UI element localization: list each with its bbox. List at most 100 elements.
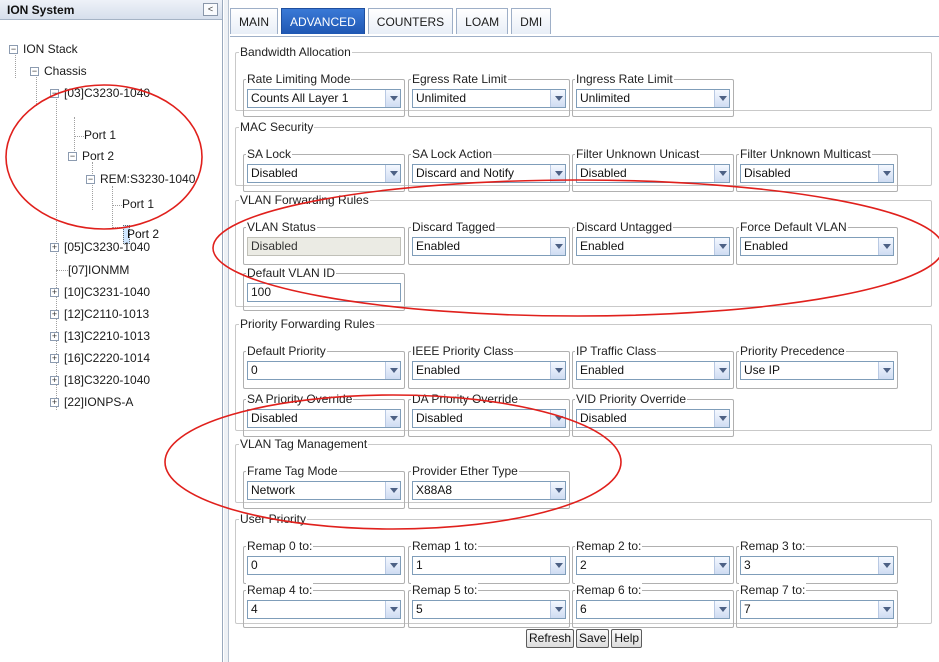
expand-node-icon[interactable]: + bbox=[50, 242, 59, 252]
tree-node-label[interactable]: Chassis bbox=[42, 64, 89, 78]
filter-unknown-unicast-select[interactable]: Disabled bbox=[576, 164, 730, 183]
tree-node-label[interactable]: [13]C2210-1013 bbox=[62, 329, 152, 343]
tree-node-22[interactable]: + [22]IONPS-A bbox=[50, 392, 135, 412]
filter-unknown-multicast-select[interactable]: Disabled bbox=[740, 164, 894, 183]
tree-node-16[interactable]: + [16]C2220-1014 bbox=[50, 348, 152, 368]
help-button[interactable]: Help bbox=[611, 629, 643, 648]
discard-untagged-select[interactable]: Enabled bbox=[576, 237, 730, 256]
tree-node-18[interactable]: + [18]C3220-1040 bbox=[50, 370, 152, 390]
tree-node-label[interactable]: REM:S3230-1040 bbox=[98, 172, 197, 186]
tree-node-label[interactable]: [05]C3230-1040 bbox=[62, 240, 152, 254]
tab-counters[interactable]: COUNTERS bbox=[367, 8, 454, 34]
dropdown-arrow-icon[interactable] bbox=[385, 601, 400, 618]
default-vlan-id-input[interactable]: 100 bbox=[247, 283, 401, 302]
dropdown-arrow-icon[interactable] bbox=[550, 482, 565, 499]
tree-node-label[interactable]: Port 2 bbox=[80, 149, 116, 163]
tree-node-label[interactable]: Port 1 bbox=[120, 197, 156, 211]
tab-dmi[interactable]: DMI bbox=[511, 8, 552, 34]
remap-7-select[interactable]: 7 bbox=[740, 600, 894, 619]
tree-node-label[interactable]: Port 1 bbox=[82, 128, 118, 142]
dropdown-arrow-icon[interactable] bbox=[550, 410, 565, 427]
save-button[interactable]: Save bbox=[576, 629, 610, 648]
discard-tagged-select[interactable]: Enabled bbox=[412, 237, 566, 256]
dropdown-arrow-icon[interactable] bbox=[878, 238, 893, 255]
dropdown-arrow-icon[interactable] bbox=[385, 410, 400, 427]
dropdown-arrow-icon[interactable] bbox=[878, 601, 893, 618]
tab-loam[interactable]: LOAM bbox=[456, 8, 509, 34]
collapse-node-icon[interactable]: − bbox=[86, 174, 95, 184]
dropdown-arrow-icon[interactable] bbox=[878, 557, 893, 574]
tree-node-10[interactable]: + [10]C3231-1040 bbox=[50, 282, 152, 302]
sa-lock-select[interactable]: Disabled bbox=[247, 164, 401, 183]
expand-node-icon[interactable]: + bbox=[50, 397, 59, 407]
force-default-vlan-select[interactable]: Enabled bbox=[740, 237, 894, 256]
tree-node-label[interactable]: [16]C2220-1014 bbox=[62, 351, 152, 365]
frame-tag-mode-select[interactable]: Network bbox=[247, 481, 401, 500]
tree-node-03[interactable]: − [03]C3230-1040 bbox=[50, 83, 152, 103]
tree-node-13[interactable]: + [13]C2210-1013 bbox=[50, 326, 152, 346]
dropdown-arrow-icon[interactable] bbox=[878, 362, 893, 379]
tree-node-rem-port1[interactable]: Port 1 bbox=[120, 194, 156, 214]
tree-node-chassis[interactable]: − Chassis bbox=[30, 61, 89, 81]
expand-node-icon[interactable]: + bbox=[50, 331, 59, 341]
tree-node-03-port1[interactable]: Port 1 bbox=[82, 125, 118, 145]
collapse-node-icon[interactable]: − bbox=[9, 44, 18, 54]
priority-precedence-select[interactable]: Use IP bbox=[740, 361, 894, 380]
tree-node-label[interactable]: [07]IONMM bbox=[66, 263, 131, 277]
expand-node-icon[interactable]: + bbox=[50, 309, 59, 319]
tree-node-label[interactable]: [03]C3230-1040 bbox=[62, 86, 152, 100]
provider-ether-type-select[interactable]: X88A8 bbox=[412, 481, 566, 500]
dropdown-arrow-icon[interactable] bbox=[714, 410, 729, 427]
dropdown-arrow-icon[interactable] bbox=[550, 601, 565, 618]
dropdown-arrow-icon[interactable] bbox=[550, 165, 565, 182]
ingress-rate-limit-select[interactable]: Unlimited bbox=[576, 89, 730, 108]
dropdown-arrow-icon[interactable] bbox=[550, 238, 565, 255]
tree-node-label[interactable]: [12]C2110-1013 bbox=[62, 307, 151, 321]
remap-5-select[interactable]: 5 bbox=[412, 600, 566, 619]
tree-node-label[interactable]: [22]IONPS-A bbox=[62, 395, 135, 409]
tree-node-05[interactable]: + [05]C3230-1040 bbox=[50, 237, 152, 257]
egress-rate-limit-select[interactable]: Unlimited bbox=[412, 89, 566, 108]
expand-node-icon[interactable]: + bbox=[50, 287, 59, 297]
remap-2-select[interactable]: 2 bbox=[576, 556, 730, 575]
dropdown-arrow-icon[interactable] bbox=[550, 90, 565, 107]
dropdown-arrow-icon[interactable] bbox=[714, 362, 729, 379]
dropdown-arrow-icon[interactable] bbox=[714, 557, 729, 574]
dropdown-arrow-icon[interactable] bbox=[878, 165, 893, 182]
vid-priority-override-select[interactable]: Disabled bbox=[576, 409, 730, 428]
tree-node-03-port2[interactable]: − Port 2 bbox=[68, 146, 116, 166]
expand-node-icon[interactable]: + bbox=[50, 353, 59, 363]
dropdown-arrow-icon[interactable] bbox=[385, 482, 400, 499]
rate-limiting-mode-select[interactable]: Counts All Layer 1 bbox=[247, 89, 401, 108]
tree-node-label[interactable]: [10]C3231-1040 bbox=[62, 285, 152, 299]
tree-node-label[interactable]: [18]C3220-1040 bbox=[62, 373, 152, 387]
tab-advanced[interactable]: ADVANCED bbox=[281, 8, 365, 34]
default-priority-select[interactable]: 0 bbox=[247, 361, 401, 380]
tree-node-07[interactable]: [07]IONMM bbox=[66, 260, 131, 280]
tree-node-label[interactable]: ION Stack bbox=[21, 42, 80, 56]
dropdown-arrow-icon[interactable] bbox=[714, 90, 729, 107]
remap-3-select[interactable]: 3 bbox=[740, 556, 894, 575]
collapse-panel-button[interactable]: < bbox=[203, 3, 218, 16]
ieee-priority-class-select[interactable]: Enabled bbox=[412, 361, 566, 380]
panel-splitter[interactable] bbox=[224, 0, 229, 662]
da-priority-override-select[interactable]: Disabled bbox=[412, 409, 566, 428]
dropdown-arrow-icon[interactable] bbox=[385, 362, 400, 379]
remap-1-select[interactable]: 1 bbox=[412, 556, 566, 575]
dropdown-arrow-icon[interactable] bbox=[385, 90, 400, 107]
collapse-node-icon[interactable]: − bbox=[50, 88, 59, 98]
tree-node-ion-stack[interactable]: − ION Stack bbox=[9, 39, 80, 59]
dropdown-arrow-icon[interactable] bbox=[550, 557, 565, 574]
remap-4-select[interactable]: 4 bbox=[247, 600, 401, 619]
dropdown-arrow-icon[interactable] bbox=[714, 238, 729, 255]
dropdown-arrow-icon[interactable] bbox=[550, 362, 565, 379]
dropdown-arrow-icon[interactable] bbox=[714, 601, 729, 618]
dropdown-arrow-icon[interactable] bbox=[714, 165, 729, 182]
sa-priority-override-select[interactable]: Disabled bbox=[247, 409, 401, 428]
sa-lock-action-select[interactable]: Discard and Notify bbox=[412, 164, 566, 183]
remap-0-select[interactable]: 0 bbox=[247, 556, 401, 575]
collapse-node-icon[interactable]: − bbox=[68, 151, 77, 161]
ip-traffic-class-select[interactable]: Enabled bbox=[576, 361, 730, 380]
tree-node-12[interactable]: + [12]C2110-1013 bbox=[50, 304, 151, 324]
collapse-node-icon[interactable]: − bbox=[30, 66, 39, 76]
